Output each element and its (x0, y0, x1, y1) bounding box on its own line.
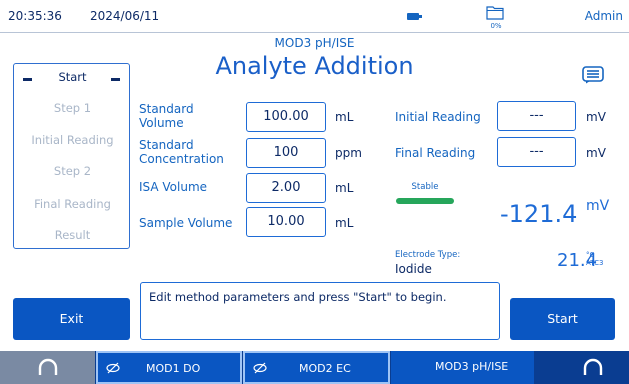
temperature-mode: ATC3 (586, 259, 604, 267)
hidden-eye-icon (253, 362, 267, 374)
tab-mod2[interactable]: MOD2 EC (243, 351, 390, 384)
clock-date: 2024/06/11 (90, 9, 160, 23)
standard-concentration-label: Standard Concentration (139, 138, 224, 166)
user-name[interactable]: Admin (585, 9, 623, 23)
instruction-message: Edit method parameters and press "Start"… (140, 282, 500, 340)
tab-mod1[interactable]: MOD1 DO (96, 351, 242, 384)
headphones-icon (38, 358, 58, 375)
standard-volume-unit: mL (335, 110, 354, 124)
final-reading-label: Final Reading (395, 146, 476, 160)
notes-icon[interactable] (582, 66, 604, 84)
step-1: Step 1 (53, 101, 92, 115)
initial-reading-label: Initial Reading (395, 110, 481, 124)
status-bar: 20:35:36 2024/06/11 0% Admin (0, 0, 629, 33)
sample-volume-label: Sample Volume (139, 216, 233, 230)
stability-status: Stable (411, 182, 439, 192)
standard-volume-field[interactable]: 100.00 (246, 102, 326, 132)
live-reading-value: -121.4 (500, 200, 578, 228)
start-button[interactable]: Start (510, 298, 615, 340)
stability-bar (396, 198, 454, 204)
initial-reading-field: --- (497, 101, 576, 131)
electrode-type-label: Electrode Type: (395, 250, 461, 260)
isa-volume-label: ISA Volume (139, 180, 208, 194)
live-reading-unit: mV (586, 198, 610, 214)
standard-volume-label: Standard Volume (139, 102, 194, 130)
final-reading-field: --- (497, 137, 576, 167)
folder-icon[interactable] (486, 5, 504, 20)
initial-reading-unit: mV (586, 110, 606, 124)
step-list: Start Step 1 Initial Reading Step 2 Fina… (13, 63, 130, 249)
standard-concentration-unit: ppm (335, 146, 362, 160)
sample-volume-unit: mL (335, 216, 354, 230)
module-title: MOD3 pH/ISE (274, 36, 355, 50)
hidden-eye-icon (106, 362, 120, 374)
isa-volume-unit: mL (335, 181, 354, 195)
battery-icon (407, 13, 422, 20)
storage-percent: 0% (490, 22, 502, 30)
sample-volume-field[interactable]: 10.00 (246, 207, 326, 237)
step-2: Step 2 (53, 164, 92, 178)
electrode-type-value: Iodide (395, 262, 432, 276)
step-initial-reading: Initial Reading (31, 133, 114, 147)
tab-mod3-label: MOD3 pH/ISE (435, 360, 509, 373)
headphones-icon (583, 358, 603, 375)
tab-mod3[interactable]: MOD3 pH/ISE (391, 351, 534, 384)
step-start: Start (58, 70, 87, 84)
clock-time: 20:35:36 (8, 9, 62, 23)
nav-left-button[interactable] (0, 351, 95, 384)
tab-mod1-label: MOD1 DO (146, 362, 201, 375)
final-reading-unit: mV (586, 146, 606, 160)
step-result: Result (54, 228, 91, 242)
step-final-reading: Final Reading (34, 197, 111, 211)
tab-mod2-label: MOD2 EC (299, 362, 351, 375)
nav-right-button[interactable] (535, 351, 629, 384)
temperature-unit: °C ATC3 (586, 251, 603, 267)
standard-concentration-field[interactable]: 100 (246, 138, 326, 168)
isa-volume-field[interactable]: 2.00 (246, 173, 326, 203)
exit-button[interactable]: Exit (13, 298, 130, 340)
temperature-unit-symbol: °C (586, 251, 595, 259)
